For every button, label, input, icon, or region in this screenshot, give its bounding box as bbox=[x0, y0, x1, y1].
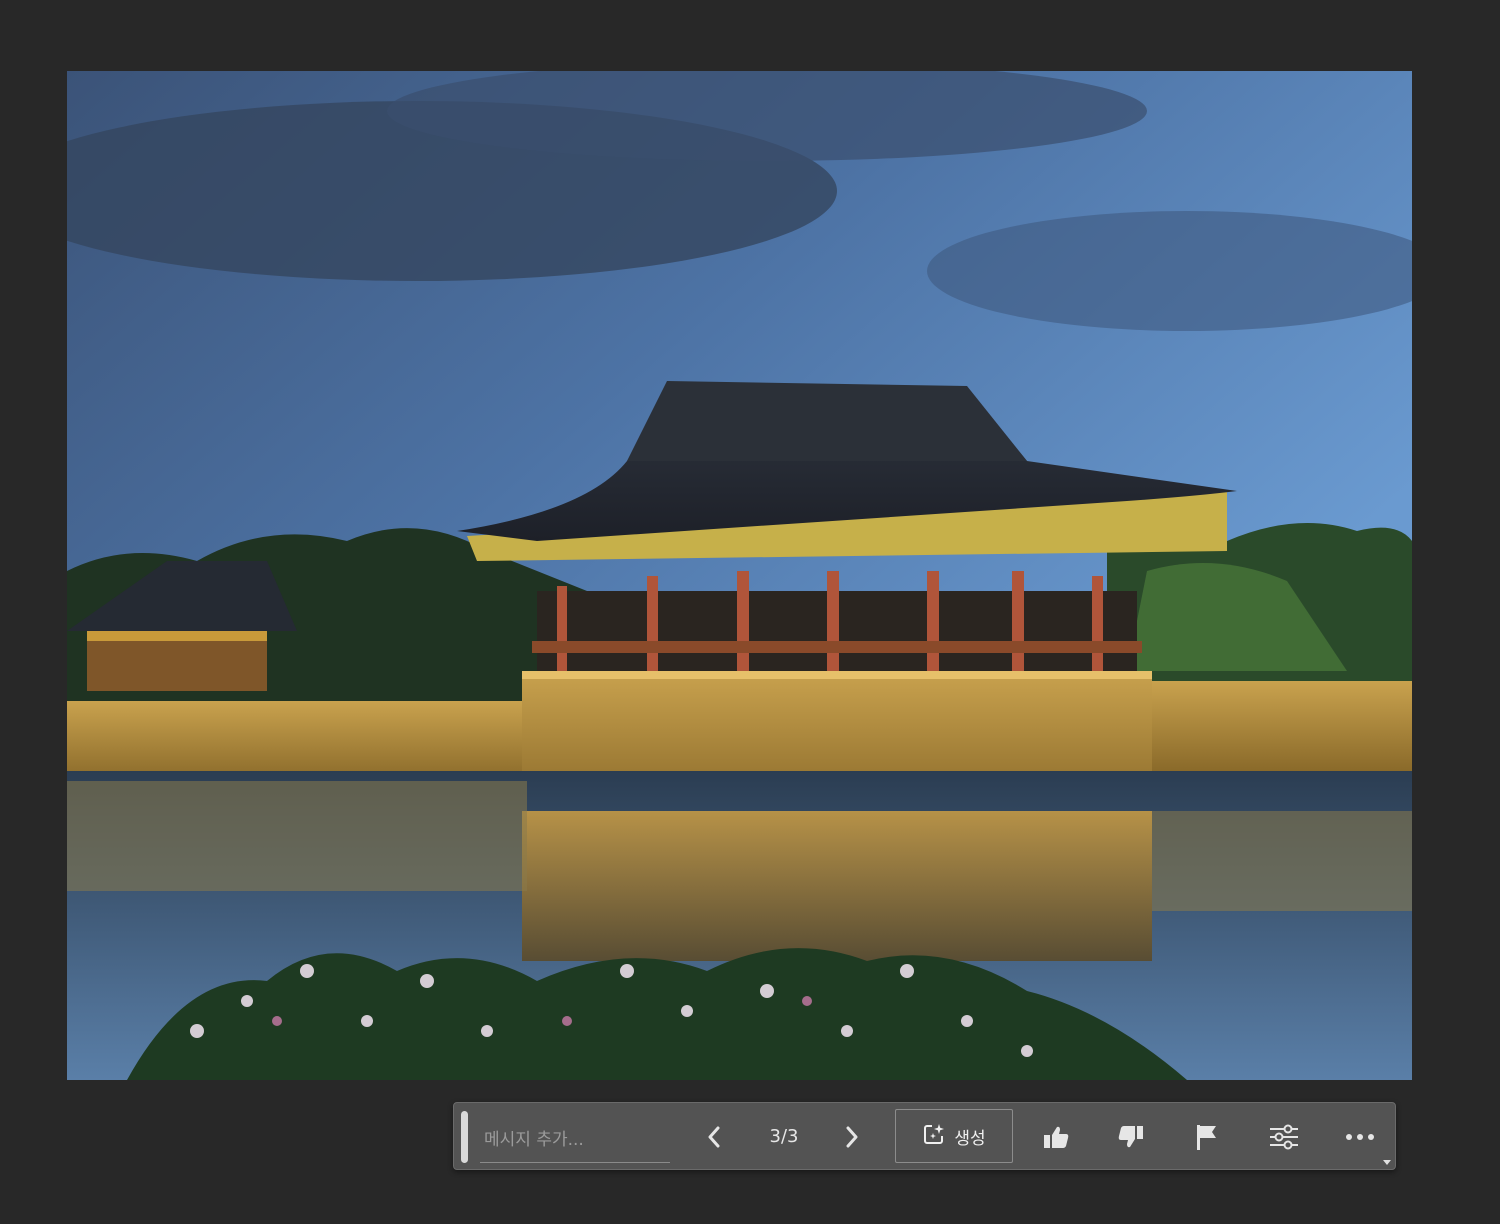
report-button[interactable] bbox=[1183, 1113, 1231, 1161]
pavilion-photo bbox=[67, 71, 1412, 1080]
generative-sparkle-icon bbox=[922, 1122, 946, 1151]
thumbs-up-icon bbox=[1042, 1124, 1070, 1150]
ellipsis-icon bbox=[1345, 1133, 1375, 1141]
generate-label: 생성 bbox=[954, 1128, 986, 1149]
settings-button[interactable] bbox=[1260, 1113, 1308, 1161]
workspace: 3/3 생성 bbox=[0, 0, 1500, 1224]
sliders-icon bbox=[1269, 1124, 1299, 1150]
more-options-button[interactable] bbox=[1336, 1113, 1384, 1161]
like-button[interactable] bbox=[1032, 1113, 1080, 1161]
generate-button[interactable]: 생성 bbox=[895, 1109, 1013, 1163]
variation-counter: 3/3 bbox=[769, 1126, 799, 1147]
prompt-input[interactable] bbox=[480, 1117, 670, 1163]
flag-icon bbox=[1194, 1123, 1220, 1151]
thumbs-down-icon bbox=[1117, 1124, 1145, 1150]
dislike-button[interactable] bbox=[1107, 1113, 1155, 1161]
chevron-left-icon bbox=[704, 1125, 724, 1149]
next-variation-button[interactable] bbox=[828, 1113, 876, 1161]
previous-variation-button[interactable] bbox=[690, 1113, 738, 1161]
drag-handle-icon[interactable] bbox=[461, 1111, 468, 1163]
photo-canvas[interactable] bbox=[67, 71, 1412, 1080]
resize-corner-icon[interactable] bbox=[1383, 1160, 1391, 1165]
contextual-task-bar: 3/3 생성 bbox=[453, 1102, 1396, 1170]
chevron-right-icon bbox=[842, 1125, 862, 1149]
